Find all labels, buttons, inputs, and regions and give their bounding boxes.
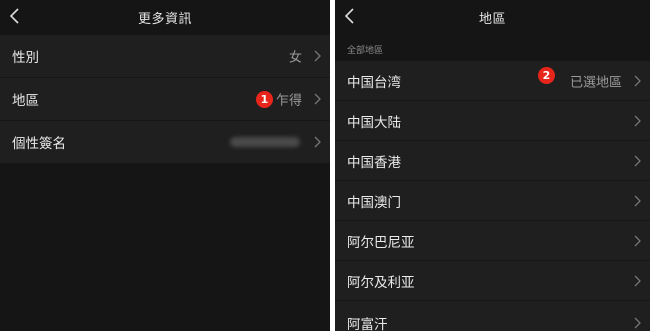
region-item[interactable]: 中国澳门 <box>335 181 650 221</box>
chevron-right-icon <box>313 50 321 62</box>
chevron-right-icon <box>633 235 641 247</box>
chevron-right-icon <box>633 75 641 87</box>
nav-bar: 地區 <box>335 0 650 34</box>
region-value: 乍得 <box>275 93 302 109</box>
region-item[interactable]: 中国大陆 <box>335 101 650 141</box>
chevron-right-icon <box>313 136 321 148</box>
chevron-right-icon <box>633 155 641 167</box>
gender-label: 性別 <box>12 50 39 66</box>
chevron-right-icon <box>633 275 641 287</box>
more-info-screen: 更多資訊 性別 女 地區 乍得 個性簽名 1 <box>0 0 330 331</box>
region-row[interactable]: 地區 乍得 <box>0 78 330 121</box>
region-item[interactable]: 阿富汗 <box>335 301 650 331</box>
section-header: 全部地區 <box>347 46 384 56</box>
page-title: 更多資訊 <box>137 12 192 27</box>
gender-row[interactable]: 性別 女 <box>0 35 330 78</box>
chevron-right-icon <box>633 317 641 329</box>
selected-region-badge: 已選地區 <box>569 75 622 90</box>
page-title: 地區 <box>478 12 506 27</box>
nav-bar: 更多資訊 <box>0 0 330 34</box>
chevron-right-icon <box>633 195 641 207</box>
region-label: 地區 <box>12 93 39 109</box>
signature-row[interactable]: 個性簽名 <box>0 121 330 164</box>
region-item[interactable]: 阿尔及利亚 <box>335 261 650 301</box>
region-item-label: 中国澳门 <box>347 194 401 211</box>
region-item-label: 阿尔及利亚 <box>347 274 415 291</box>
chevron-right-icon <box>633 115 641 127</box>
region-item-label: 中国大陆 <box>347 114 401 131</box>
signature-value-redacted <box>230 137 300 147</box>
region-item[interactable]: 中国台湾 已選地區 <box>335 61 650 101</box>
chevron-right-icon <box>313 93 321 105</box>
step-marker-2: 2 <box>538 67 555 84</box>
region-item-label: 中国香港 <box>347 154 401 171</box>
region-item-label: 阿富汗 <box>347 317 388 331</box>
region-item-label: 阿尔巴尼亚 <box>347 234 415 251</box>
region-select-screen: 地區 全部地區 中国台湾 已選地區 中国大陆 中国香港 中国澳门 阿尔巴尼亚 阿… <box>335 0 650 331</box>
gender-value: 女 <box>288 50 302 66</box>
signature-label: 個性簽名 <box>12 136 66 152</box>
region-item[interactable]: 阿尔巴尼亚 <box>335 221 650 261</box>
screenshot-composite: 更多資訊 性別 女 地區 乍得 個性簽名 1 地區 全部地區 中国台湾 已選地區… <box>0 0 650 331</box>
step-marker-1: 1 <box>256 91 273 108</box>
region-item-label: 中国台湾 <box>347 74 401 91</box>
region-item[interactable]: 中国香港 <box>335 141 650 181</box>
